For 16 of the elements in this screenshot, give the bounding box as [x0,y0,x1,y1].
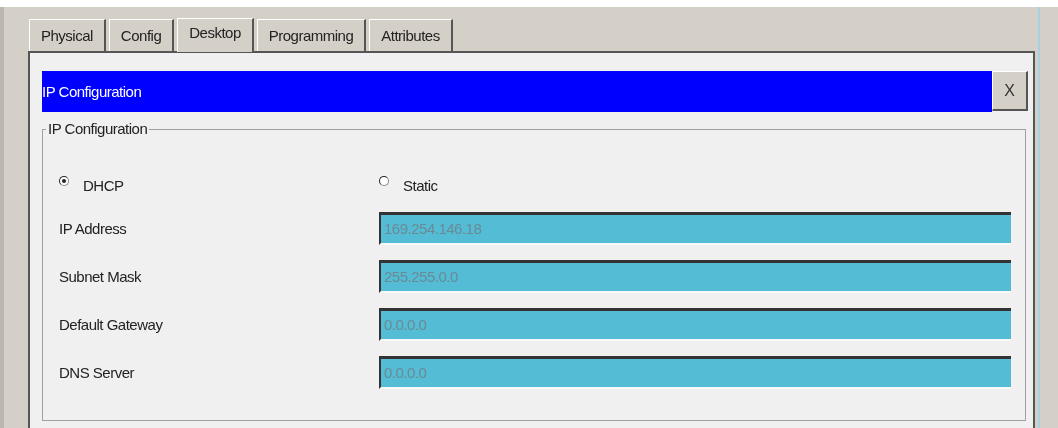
tab[interactable]: Physical [29,19,106,51]
tab[interactable]: Programming [256,19,367,51]
radio-label: DHCP [83,176,124,194]
tab[interactable]: Config [108,19,175,51]
field-label: IP Address [59,219,128,237]
tab[interactable]: Desktop [177,18,254,52]
close-button[interactable]: X [992,71,1028,111]
radio-label: Static [403,176,438,194]
radio-button[interactable] [379,176,389,186]
field-label: DNS Server [59,363,136,381]
field-label: Subnet Mask [59,267,143,285]
group-legend: IP Configuration [46,120,150,137]
field-label: Default Gateway [59,315,164,333]
radio-button[interactable] [59,176,69,186]
dialog-title: IP Configuration [42,83,142,100]
tab[interactable]: Attributes [369,19,453,51]
